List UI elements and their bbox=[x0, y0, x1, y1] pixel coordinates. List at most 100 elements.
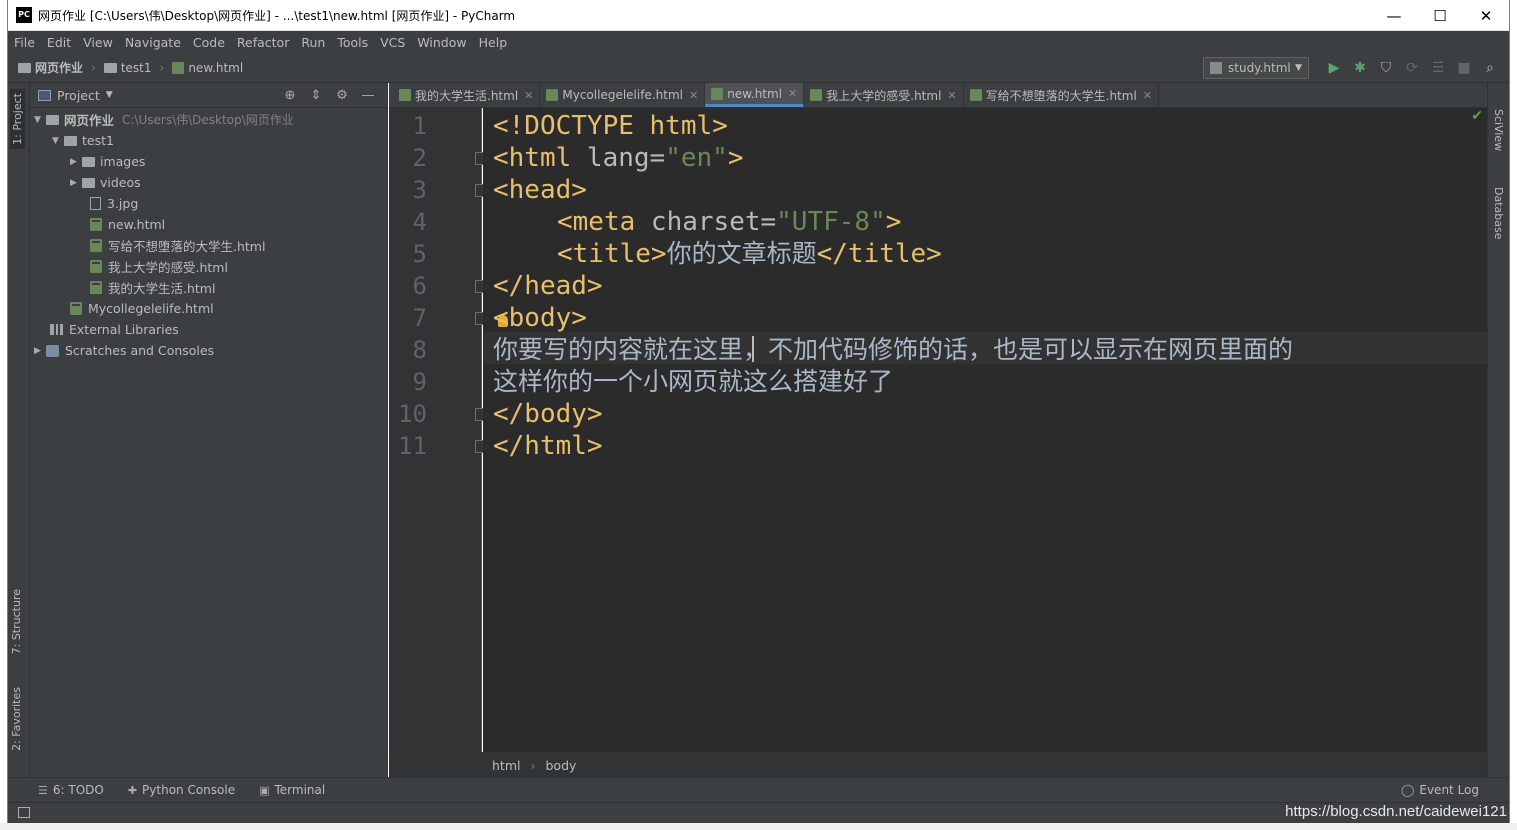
gear-icon[interactable]: ⚙ bbox=[329, 88, 355, 103]
tree-item-3jpg[interactable]: 3.jpg bbox=[90, 193, 138, 214]
close-icon[interactable]: ✕ bbox=[947, 89, 956, 102]
editor-breadcrumb: html › body bbox=[389, 752, 1487, 777]
collapse-all-icon[interactable]: ⇕ bbox=[303, 88, 329, 103]
tree-item-root[interactable]: ▼ 网页作业 C:\Users\伟\Desktop\网页作业 bbox=[34, 109, 294, 130]
run-config-select[interactable]: study.html ▼ bbox=[1203, 57, 1309, 79]
collapsed-arrow-icon[interactable]: ▶ bbox=[70, 178, 82, 188]
chevron-down-icon: ▼ bbox=[1295, 63, 1302, 73]
menu-view[interactable]: View bbox=[83, 35, 113, 50]
run-icon[interactable]: ▶ bbox=[1321, 60, 1347, 76]
profile-icon[interactable]: ⟳ bbox=[1399, 60, 1425, 76]
pycharm-logo-icon: PC bbox=[16, 7, 32, 23]
menu-tools[interactable]: Tools bbox=[337, 35, 368, 50]
project-panel: Project ▼ ⊕ ⇕ ⚙ — ▼ 网页作业 C:\Users\伟\Deskto… bbox=[30, 83, 388, 777]
code-editor[interactable]: ✔ <!DOCTYPE html> <html lang="en"> <head… bbox=[483, 108, 1487, 752]
editor-tab[interactable]: Mycollegelelife.html ✕ bbox=[540, 83, 706, 107]
library-icon bbox=[50, 324, 63, 335]
collapsed-arrow-icon[interactable]: ▶ bbox=[34, 346, 46, 356]
close-button[interactable]: ✕ bbox=[1463, 0, 1509, 31]
tool-tab-python-console[interactable]: ✚ Python Console bbox=[128, 783, 235, 797]
html-file-icon bbox=[546, 89, 559, 101]
tree-item-videos[interactable]: ▶ videos bbox=[70, 172, 141, 193]
tree-item-test1[interactable]: ▼ test1 bbox=[52, 130, 114, 151]
menu-window[interactable]: Window bbox=[417, 35, 466, 50]
editor-tab[interactable]: 我的大学生活.html ✕ bbox=[393, 83, 541, 107]
html-file-icon bbox=[399, 89, 411, 101]
editor-tab[interactable]: 写给不想堕落的大学生.html ✕ bbox=[964, 83, 1160, 107]
html-file-icon bbox=[90, 239, 102, 252]
debug-icon[interactable]: ✱ bbox=[1347, 60, 1373, 76]
line-number: 7 bbox=[412, 304, 427, 332]
watermark: https://blog.csdn.net/caidewei121 bbox=[1285, 803, 1507, 820]
menu-edit[interactable]: Edit bbox=[47, 35, 71, 50]
tool-tab-database[interactable]: Database bbox=[1492, 187, 1505, 240]
tree-item-file[interactable]: 写给不想堕落的大学生.html bbox=[90, 235, 265, 256]
tool-tab-structure[interactable]: 7: Structure bbox=[10, 589, 23, 654]
breadcrumb-body[interactable]: body bbox=[545, 758, 576, 773]
code-line-3: <head> bbox=[493, 175, 587, 205]
close-icon[interactable]: ✕ bbox=[689, 89, 698, 102]
line-number: 1 bbox=[412, 112, 427, 140]
maximize-button[interactable]: ☐ bbox=[1417, 0, 1463, 31]
close-icon[interactable]: ✕ bbox=[788, 87, 797, 100]
project-panel-title[interactable]: Project bbox=[57, 88, 100, 103]
menu-navigate[interactable]: Navigate bbox=[125, 35, 181, 50]
line-number: 8 bbox=[412, 336, 427, 364]
tree-item-new-html[interactable]: new.html bbox=[90, 214, 165, 235]
editor-tab[interactable]: 我上大学的感受.html ✕ bbox=[804, 83, 964, 107]
tree-item-external-libraries[interactable]: External Libraries bbox=[50, 319, 179, 340]
tool-tab-sciview[interactable]: SciView bbox=[1492, 109, 1505, 151]
concurrency-icon[interactable]: ☰ bbox=[1425, 60, 1451, 76]
menu-run[interactable]: Run bbox=[301, 35, 325, 50]
menu-refactor[interactable]: Refactor bbox=[237, 35, 289, 50]
expanded-arrow-icon[interactable]: ▼ bbox=[52, 136, 64, 146]
expanded-arrow-icon[interactable]: ▼ bbox=[34, 115, 46, 125]
tree-item-file[interactable]: 我的大学生活.html bbox=[90, 277, 215, 298]
menu-bar: File Edit View Navigate Code Refactor Ru… bbox=[8, 31, 1509, 53]
event-log-button[interactable]: ◯ Event Log bbox=[1401, 783, 1479, 797]
menu-code[interactable]: Code bbox=[193, 35, 225, 50]
tree-item-file[interactable]: 我上大学的感受.html bbox=[90, 256, 228, 277]
collapsed-arrow-icon[interactable]: ▶ bbox=[70, 157, 82, 167]
menu-file[interactable]: File bbox=[14, 35, 35, 50]
folder-icon bbox=[103, 62, 117, 73]
window-frame-bottom bbox=[0, 823, 1517, 830]
code-line-7: <body> bbox=[493, 303, 587, 333]
close-icon[interactable]: ✕ bbox=[524, 89, 533, 102]
locate-icon[interactable]: ⊕ bbox=[277, 88, 303, 103]
tool-tab-favorites[interactable]: 2: Favorites bbox=[10, 687, 23, 751]
line-number: 6 bbox=[412, 272, 427, 300]
window-frame-right bbox=[1509, 0, 1517, 830]
line-number: 9 bbox=[412, 368, 427, 396]
tree-item-scratches[interactable]: ▶ Scratches and Consoles bbox=[34, 340, 214, 361]
line-number: 11 bbox=[398, 432, 427, 460]
html-file-icon bbox=[969, 89, 982, 101]
line-number: 3 bbox=[412, 176, 427, 204]
coverage-icon[interactable]: ⛉ bbox=[1373, 60, 1399, 76]
nav-crumb-project[interactable]: 网页作业 bbox=[18, 59, 83, 76]
breadcrumb-html[interactable]: html bbox=[492, 758, 520, 773]
editor-tab-active[interactable]: new.html ✕ bbox=[705, 83, 805, 107]
close-icon[interactable]: ✕ bbox=[1143, 89, 1152, 102]
tool-tab-todo[interactable]: ☰ 6: TODO bbox=[38, 783, 104, 797]
nav-crumb-file[interactable]: new.html bbox=[172, 61, 243, 75]
menu-vcs[interactable]: VCS bbox=[380, 35, 405, 50]
code-line-10: </body> bbox=[493, 399, 603, 429]
line-number: 2 bbox=[412, 144, 427, 172]
code-line-2: <html lang="en"> bbox=[493, 143, 744, 173]
html-file-icon bbox=[810, 89, 823, 101]
tool-tab-terminal[interactable]: ▣ Terminal bbox=[259, 783, 325, 797]
tree-item-images[interactable]: ▶ images bbox=[70, 151, 145, 172]
html-file-icon bbox=[711, 87, 724, 100]
layout-toggle-icon[interactable] bbox=[18, 807, 30, 818]
stop-icon[interactable]: ■ bbox=[1451, 60, 1477, 76]
hide-icon[interactable]: — bbox=[355, 88, 381, 103]
chevron-down-icon[interactable]: ▼ bbox=[106, 90, 113, 100]
nav-crumb-test1[interactable]: test1 bbox=[103, 61, 152, 75]
tree-item-file[interactable]: Mycollegelelife.html bbox=[70, 298, 214, 319]
minimize-button[interactable]: — bbox=[1371, 0, 1417, 31]
tool-tab-project[interactable]: 1: Project bbox=[10, 89, 25, 149]
editor-tab-bar: 我的大学生活.html ✕ Mycollegelelife.html ✕ new.h… bbox=[389, 83, 1487, 108]
search-icon[interactable]: ⌕ bbox=[1477, 60, 1503, 76]
menu-help[interactable]: Help bbox=[479, 35, 508, 50]
